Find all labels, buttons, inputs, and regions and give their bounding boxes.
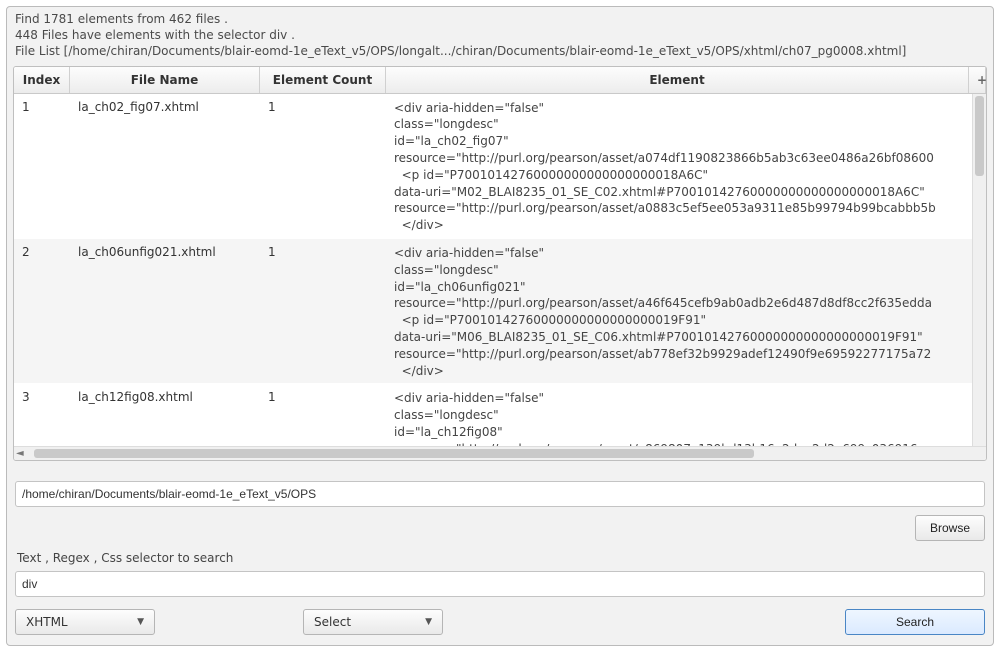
plus-icon: + (977, 73, 987, 87)
summary-line-3: File List [/home/chiran/Documents/blair-… (15, 43, 985, 59)
cell-file-name: la_ch06unfig021.xhtml (70, 239, 260, 383)
search-label: Text , Regex , Css selector to search (7, 547, 993, 569)
cell-element: <div aria-hidden="false" class="longdesc… (386, 384, 972, 446)
table-body: 1 la_ch02_fig07.xhtml 1 <div aria-hidden… (14, 94, 972, 446)
cell-file-name: la_ch02_fig07.xhtml (70, 94, 260, 238)
cell-index: 3 (14, 384, 70, 446)
mode-select[interactable]: Select ▼ (303, 609, 443, 635)
table-row[interactable]: 3 la_ch12fig08.xhtml 1 <div aria-hidden=… (14, 384, 972, 446)
mode-select-value: Select (314, 615, 351, 629)
format-select-value: XHTML (26, 615, 68, 629)
cell-element-count: 1 (260, 94, 386, 238)
chevron-down-icon: ▼ (425, 617, 432, 627)
cell-index: 1 (14, 94, 70, 238)
browse-button[interactable]: Browse (915, 515, 985, 541)
column-header-index[interactable]: Index (14, 67, 70, 93)
vertical-scrollbar[interactable] (972, 94, 986, 446)
search-input[interactable] (15, 571, 985, 597)
summary-line-2: 448 Files have elements with the selecto… (15, 27, 985, 43)
cell-element: <div aria-hidden="false" class="longdesc… (386, 239, 972, 383)
chevron-down-icon: ▼ (137, 617, 144, 627)
main-panel: Find 1781 elements from 462 files . 448 … (6, 6, 994, 646)
column-header-element-count[interactable]: Element Count (260, 67, 386, 93)
cell-file-name: la_ch12fig08.xhtml (70, 384, 260, 446)
summary-block: Find 1781 elements from 462 files . 448 … (7, 7, 993, 62)
scroll-left-icon: ◄ (16, 448, 24, 459)
search-button[interactable]: Search (845, 609, 985, 635)
column-header-element[interactable]: Element (386, 67, 969, 93)
table-header: Index File Name Element Count Element + (14, 67, 986, 94)
table-row[interactable]: 2 la_ch06unfig021.xhtml 1 <div aria-hidd… (14, 239, 972, 384)
table-row[interactable]: 1 la_ch02_fig07.xhtml 1 <div aria-hidden… (14, 94, 972, 239)
horizontal-scrollbar[interactable]: ◄ (14, 446, 986, 460)
cell-element: <div aria-hidden="false" class="longdesc… (386, 94, 972, 238)
column-header-file-name[interactable]: File Name (70, 67, 260, 93)
summary-line-1: Find 1781 elements from 462 files . (15, 11, 985, 27)
cell-element-count: 1 (260, 239, 386, 383)
results-table: Index File Name Element Count Element + … (13, 66, 987, 461)
cell-element-count: 1 (260, 384, 386, 446)
scrollbar-thumb[interactable] (975, 96, 984, 176)
scrollbar-thumb[interactable] (34, 449, 754, 458)
cell-index: 2 (14, 239, 70, 383)
add-column-button[interactable]: + (969, 67, 986, 93)
path-input[interactable] (15, 481, 985, 507)
format-select[interactable]: XHTML ▼ (15, 609, 155, 635)
